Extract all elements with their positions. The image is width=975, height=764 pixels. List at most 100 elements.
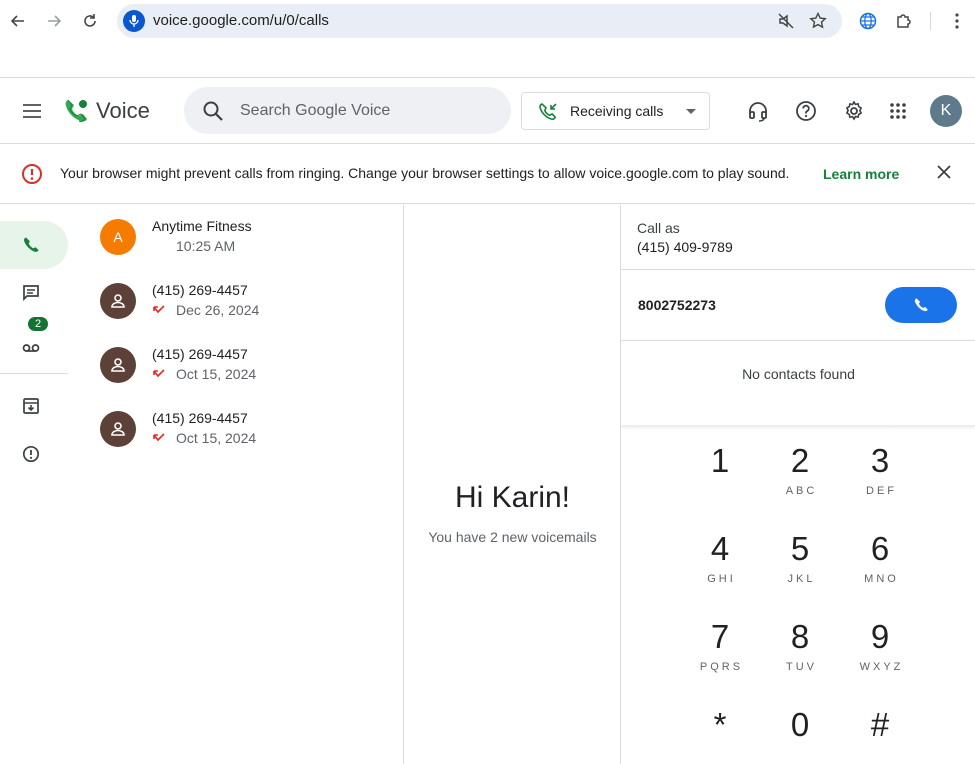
nav-spam[interactable] (0, 430, 68, 478)
rail-divider (0, 373, 68, 374)
keypad-key-3[interactable]: 3 DEF (840, 441, 920, 521)
nav-messages[interactable] (0, 269, 68, 317)
extensions-puzzle-icon[interactable] (894, 11, 914, 31)
keypad-key-2[interactable]: 2 ABC (760, 441, 840, 521)
keypad-key-hash[interactable]: # (840, 705, 920, 764)
forward-icon[interactable] (43, 10, 65, 32)
keypad-key-7[interactable]: 7 PQRS (680, 617, 760, 697)
keypad-key-5[interactable]: 5 JKL (760, 529, 840, 609)
settings-gear-icon[interactable] (842, 99, 866, 123)
message-icon (23, 285, 39, 302)
chevron-down-icon[interactable] (686, 109, 696, 114)
phone-icon (914, 298, 928, 312)
key-digit: 2 (790, 442, 810, 479)
contact-avatar[interactable] (100, 283, 136, 319)
address-bar[interactable]: voice.google.com/u/0/calls (117, 4, 842, 38)
bookmark-star-icon[interactable] (809, 12, 827, 30)
spam-alert-icon (22, 445, 40, 463)
key-letters: JKL (787, 573, 816, 585)
call-date: Oct 15, 2024 (152, 430, 256, 446)
key-letters: TUV (786, 661, 817, 673)
toolbar-divider (930, 12, 931, 30)
url-text[interactable]: voice.google.com/u/0/calls (153, 12, 329, 29)
reload-icon[interactable] (79, 10, 101, 32)
keypad-key-6[interactable]: 6 MNO (840, 529, 920, 609)
contact-avatar[interactable]: A (100, 219, 136, 255)
phone-icon (24, 237, 39, 252)
back-icon[interactable] (7, 10, 29, 32)
missed-call-icon (153, 305, 165, 314)
call-as-number[interactable]: (415) 409-9789 (637, 239, 733, 255)
banner-message: Your browser might prevent calls from ri… (60, 165, 790, 181)
close-icon[interactable] (933, 161, 955, 183)
learn-more-link[interactable]: Learn more (823, 166, 899, 182)
place-call-button[interactable] (885, 287, 957, 323)
keypad-key-star[interactable]: * (680, 705, 760, 764)
translate-globe-icon[interactable] (858, 11, 878, 31)
key-letters: GHI (707, 573, 736, 585)
key-digit: 6 (870, 530, 890, 567)
search-box[interactable] (184, 87, 511, 134)
voicemail-icon (22, 344, 40, 352)
voicemail-summary: You have 2 new voicemails (428, 529, 597, 545)
key-letters: DEF (866, 485, 897, 497)
archive-icon (23, 398, 39, 414)
account-avatar[interactable]: K (930, 95, 962, 127)
keypad-key-8[interactable]: 8 TUV (760, 617, 840, 697)
receiving-calls-label[interactable]: Receiving calls (570, 103, 663, 119)
keypad-key-9[interactable]: 9 WXYZ (840, 617, 920, 697)
caller-number: (415) 269-4457 (152, 282, 248, 298)
apps-grid-icon[interactable] (886, 99, 910, 123)
call-date-text: Oct 15, 2024 (176, 366, 257, 382)
person-icon (111, 422, 125, 436)
headset-icon[interactable] (746, 99, 770, 123)
main-menu-icon[interactable] (18, 97, 46, 125)
key-digit: 5 (790, 530, 810, 567)
app-header: Voice Receiving calls K (0, 79, 975, 143)
help-icon[interactable] (794, 99, 818, 123)
call-date-text: Dec 26, 2024 (176, 302, 260, 318)
call-list-item[interactable]: (415) 269-4457 Dec 26, 2024 (80, 269, 403, 333)
call-list-item[interactable]: (415) 269-4457 Oct 15, 2024 (80, 397, 403, 461)
call-list-item[interactable]: A Anytime Fitness 10:25 AM (80, 205, 403, 269)
dialer-panel: Call as (415) 409-9789 No contacts found… (620, 205, 975, 764)
call-time: 10:25 AM (176, 238, 235, 254)
search-input[interactable] (240, 99, 490, 123)
missed-call-icon (153, 369, 165, 378)
call-as-label: Call as (637, 220, 680, 236)
nav-archive[interactable] (0, 382, 68, 430)
call-date: Dec 26, 2024 (152, 302, 259, 318)
keypad-edge (621, 425, 975, 430)
receiving-calls-dropdown[interactable]: Receiving calls (521, 92, 710, 130)
search-icon[interactable] (202, 100, 224, 122)
call-time-text: 10:25 AM (176, 238, 236, 254)
person-icon (111, 294, 125, 308)
call-date: Oct 15, 2024 (152, 366, 256, 382)
call-history-list: A Anytime Fitness 10:25 AM (415) 269-445… (80, 205, 403, 764)
no-contacts-message: No contacts found (742, 366, 855, 382)
greeting-title: Hi Karin! (454, 481, 571, 514)
key-digit: 9 (870, 618, 890, 655)
contact-avatar[interactable] (100, 347, 136, 383)
dial-number-input[interactable] (638, 295, 858, 315)
call-date-text: Oct 15, 2024 (176, 430, 257, 446)
keypad-key-4[interactable]: 4 GHI (680, 529, 760, 609)
call-list-item[interactable]: (415) 269-4457 Oct 15, 2024 (80, 333, 403, 397)
key-letters: PQRS (699, 661, 744, 673)
keypad-key-0[interactable]: 0 (760, 705, 840, 764)
left-nav-rail: 2 (0, 205, 80, 764)
key-letters: WXYZ (859, 661, 904, 673)
incoming-call-icon (539, 103, 557, 120)
browser-menu-icon[interactable] (947, 11, 967, 31)
app-name[interactable]: Voice (96, 98, 150, 124)
muted-speaker-icon[interactable] (777, 12, 795, 30)
person-icon (111, 358, 125, 372)
nav-calls[interactable] (0, 221, 68, 269)
keypad-key-1[interactable]: 1 (680, 441, 760, 521)
site-info-icon[interactable] (123, 10, 145, 32)
contact-avatar[interactable] (100, 411, 136, 447)
key-letters: MNO (864, 573, 899, 585)
browser-toolbar: voice.google.com/u/0/calls (0, 0, 975, 44)
error-alert-icon (22, 164, 42, 184)
key-digit: # (870, 706, 890, 743)
